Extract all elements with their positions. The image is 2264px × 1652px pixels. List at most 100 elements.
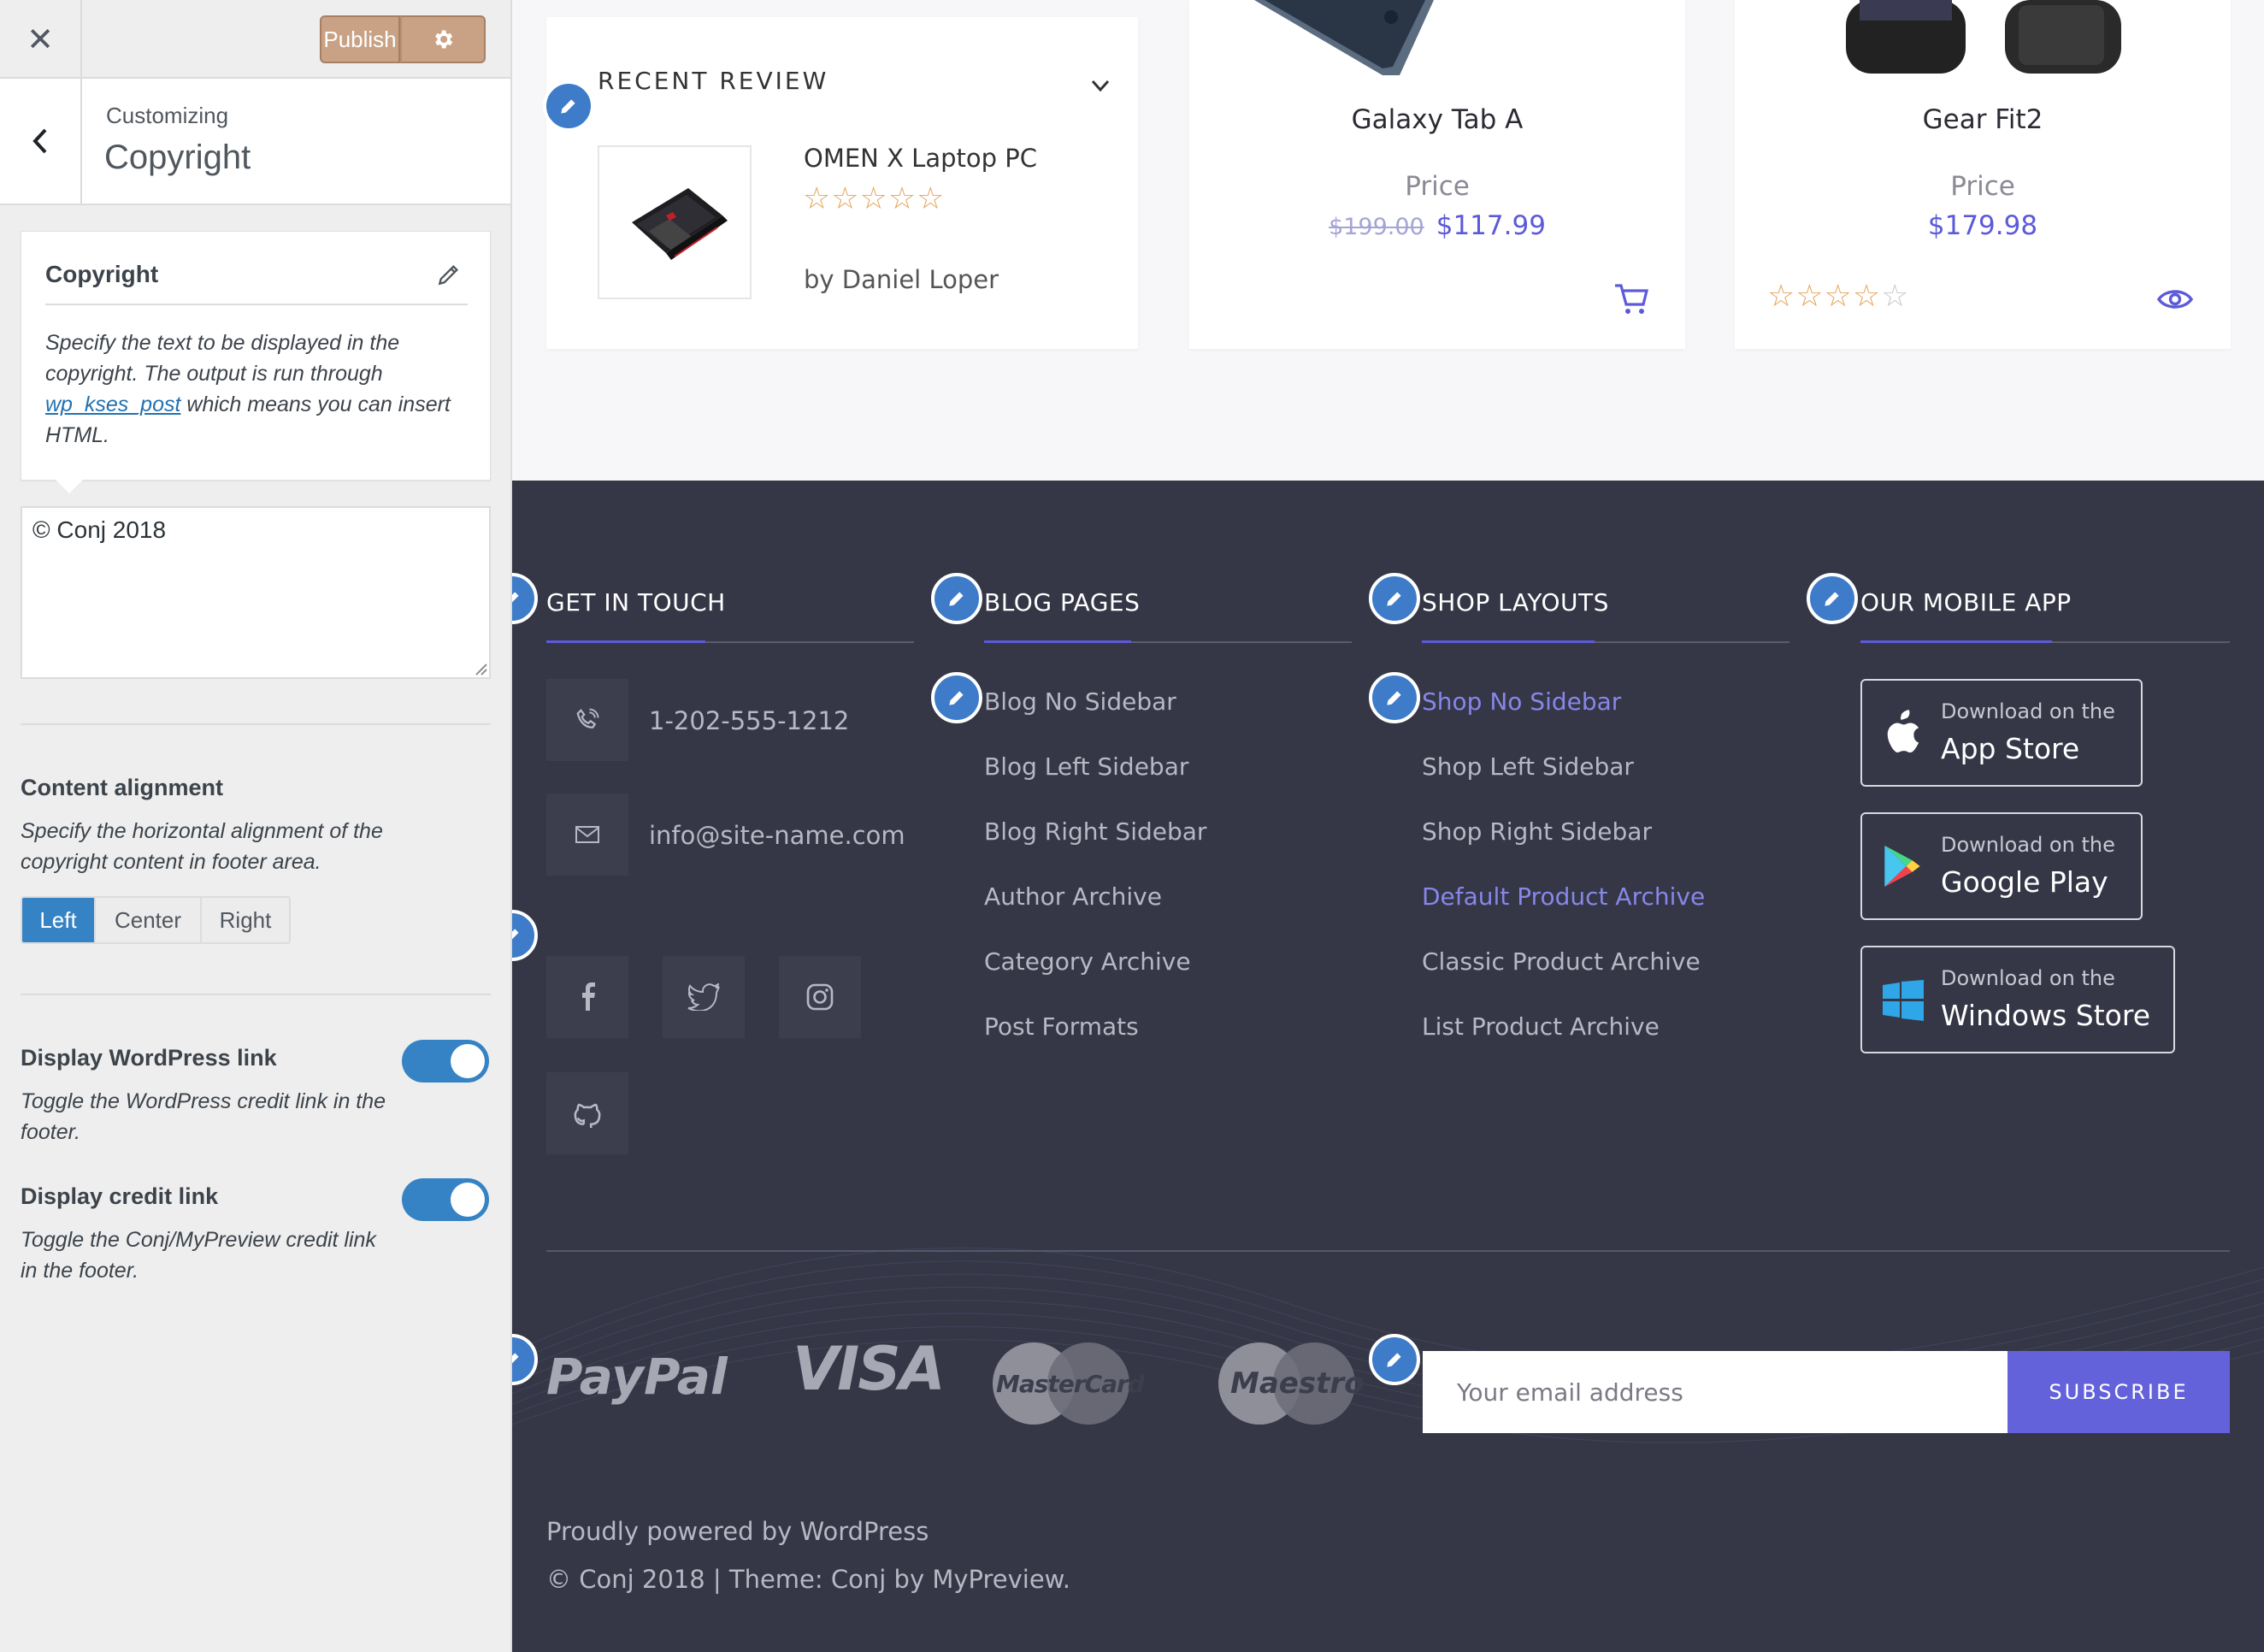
- pencil-icon: [1387, 691, 1401, 705]
- column-underline: [984, 640, 1352, 643]
- column-underline: [546, 640, 914, 643]
- github-icon[interactable]: [546, 1072, 628, 1154]
- email-address[interactable]: info@site-name.com: [649, 821, 905, 850]
- product-card: Gear Fit2 Price $179.98 ☆☆☆☆☆: [1735, 0, 2231, 349]
- align-center-button[interactable]: Center: [96, 898, 202, 942]
- windows-icon: [1883, 980, 1924, 1021]
- footer-link[interactable]: Shop Left Sidebar: [1422, 752, 1634, 781]
- facebook-icon[interactable]: [546, 956, 628, 1038]
- back-button[interactable]: [0, 79, 82, 204]
- content-alignment-title: Content alignment: [21, 775, 223, 800]
- edit-shortcut-button[interactable]: [931, 672, 982, 723]
- product-thumbnail[interactable]: [598, 145, 752, 299]
- laptop-image: [632, 188, 728, 260]
- wp-kses-post-link[interactable]: wp_kses_post: [45, 392, 180, 416]
- old-price: $199.00: [1329, 214, 1424, 240]
- footer-link[interactable]: Blog No Sidebar: [984, 687, 1176, 716]
- pencil-icon: [949, 592, 964, 606]
- subscribe-button[interactable]: SUBSCRIBE: [2008, 1351, 2230, 1433]
- widget-title: RECENT REVIEW: [598, 67, 829, 95]
- customizer-header: ✕ Publish: [0, 0, 510, 79]
- recent-review-widget: RECENT REVIEW OMEN X Laptop PC ☆☆☆☆☆ by …: [543, 17, 1138, 349]
- pencil-icon: [1387, 592, 1401, 606]
- newsletter-email-input[interactable]: [1423, 1351, 2008, 1433]
- column-title: OUR MOBILE APP: [1860, 588, 2072, 617]
- column-title: BLOG PAGES: [984, 588, 1141, 617]
- visa-logo: VISA: [793, 1334, 946, 1404]
- site-footer: GET IN TOUCH 1-202-555-1212 info@site-na…: [512, 481, 2264, 1652]
- review-author: by Daniel Loper: [804, 265, 999, 294]
- mastercard-logo: MasterCard: [993, 1342, 1145, 1425]
- store-name: Google Play: [1941, 865, 2108, 899]
- powered-by-text[interactable]: Proudly powered by WordPress: [546, 1517, 929, 1546]
- chevron-down-icon[interactable]: [1088, 74, 1112, 97]
- edit-shortcut-button[interactable]: [1807, 573, 1858, 624]
- phone-number[interactable]: 1-202-555-1212: [649, 706, 849, 735]
- footer-copyright: © Conj 2018 | Theme: Conj by MyPreview.: [546, 1565, 1070, 1594]
- maestro-logo: Maestro: [1218, 1342, 1364, 1425]
- footer-link[interactable]: Default Product Archive: [1422, 882, 1705, 911]
- column-underline: [1422, 640, 1789, 643]
- edit-shortcut-button[interactable]: [435, 261, 466, 292]
- footer-link[interactable]: Post Formats: [984, 1012, 1139, 1041]
- star-rating: ☆☆☆☆☆: [1767, 279, 1910, 314]
- copyright-textarea[interactable]: © Conj 2018: [21, 506, 491, 679]
- chevron-left-icon: [32, 128, 47, 154]
- column-title: GET IN TOUCH: [546, 588, 726, 617]
- pencil-icon: [561, 99, 575, 114]
- pencil-icon: [1387, 1353, 1401, 1367]
- cart-icon[interactable]: [1613, 282, 1649, 316]
- credit-link-toggle[interactable]: [402, 1178, 489, 1221]
- credit-link-description: Toggle the Conj/MyPreview credit link in…: [21, 1228, 376, 1283]
- edit-shortcut-button[interactable]: [543, 80, 594, 132]
- footer-link[interactable]: Category Archive: [984, 947, 1191, 976]
- customizing-label: Customizing: [106, 103, 229, 128]
- close-customizer-button[interactable]: ✕: [0, 0, 82, 79]
- windows-store-button[interactable]: Download on the Windows Store: [1860, 946, 2175, 1053]
- price-label: Price: [1405, 171, 1470, 202]
- app-store-button[interactable]: Download on the App Store: [1860, 679, 2143, 787]
- description-text: Specify the text to be displayed in the …: [45, 331, 451, 447]
- edit-shortcut-button[interactable]: [1369, 573, 1420, 624]
- edit-shortcut-button[interactable]: [1369, 672, 1420, 723]
- star-rating: ☆☆☆☆☆: [803, 181, 946, 216]
- align-left-button[interactable]: Left: [22, 898, 96, 942]
- footer-link[interactable]: List Product Archive: [1422, 1012, 1660, 1041]
- column-title: SHOP LAYOUTS: [1422, 588, 1609, 617]
- footer-link[interactable]: Shop Right Sidebar: [1422, 817, 1652, 846]
- wp-link-description: Toggle the WordPress credit link in the …: [21, 1089, 386, 1144]
- product-name[interactable]: Gear Fit2: [1735, 104, 2231, 135]
- footer-link[interactable]: Blog Right Sidebar: [984, 817, 1206, 846]
- resize-handle-icon[interactable]: [472, 660, 487, 676]
- pencil-icon: [512, 929, 519, 940]
- wp-link-toggle[interactable]: [402, 1040, 489, 1083]
- eye-icon[interactable]: [2157, 286, 2193, 313]
- edit-shortcut-button[interactable]: [512, 573, 538, 624]
- gear-icon: [435, 30, 453, 49]
- divider: [45, 304, 468, 305]
- tablet-image: [1254, 0, 1434, 75]
- pencil-icon: [949, 691, 964, 705]
- edit-shortcut-button[interactable]: [931, 573, 982, 624]
- customizer-sidebar: ✕ Publish Customizing Copyright Copyrigh…: [0, 0, 512, 1652]
- product-price: $199.00 $117.99: [1189, 210, 1685, 241]
- product-name[interactable]: Galaxy Tab A: [1189, 104, 1685, 135]
- store-caption: Download on the: [1941, 966, 2115, 990]
- pencil-icon: [512, 592, 519, 603]
- footer-link[interactable]: Classic Product Archive: [1422, 947, 1701, 976]
- edit-shortcut-button[interactable]: [512, 910, 538, 961]
- align-right-button[interactable]: Right: [202, 898, 289, 942]
- instagram-icon[interactable]: [779, 956, 861, 1038]
- footer-link[interactable]: Blog Left Sidebar: [984, 752, 1188, 781]
- google-play-icon: [1884, 845, 1920, 888]
- google-play-button[interactable]: Download on the Google Play: [1860, 812, 2143, 920]
- edit-shortcut-button[interactable]: [1369, 1334, 1420, 1385]
- review-product-name[interactable]: OMEN X Laptop PC: [804, 144, 1037, 173]
- publish-settings-button[interactable]: [400, 15, 486, 63]
- footer-link[interactable]: Shop No Sidebar: [1422, 687, 1621, 716]
- footer-link[interactable]: Author Archive: [984, 882, 1162, 911]
- divider: [21, 994, 491, 995]
- twitter-icon[interactable]: [663, 956, 745, 1038]
- publish-button[interactable]: Publish: [320, 15, 400, 63]
- pencil-icon: [512, 1353, 519, 1364]
